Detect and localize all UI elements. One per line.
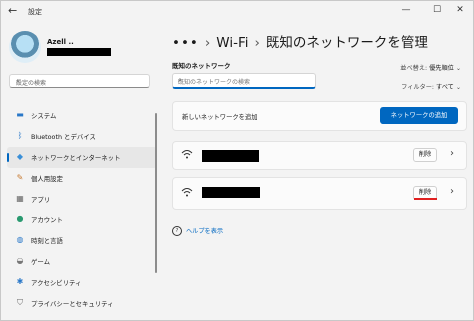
wifi-icon bbox=[181, 188, 193, 197]
settings-window: ← 設定 — ☐ ✕ Azell .. 設定の検索 ⌕ ▬ システム ᛒ Blu… bbox=[0, 0, 474, 321]
brush-icon: ✎ bbox=[16, 172, 24, 182]
chevron-right-icon[interactable]: › bbox=[450, 186, 454, 197]
sort-label: 並べ替え: bbox=[400, 65, 428, 72]
sidebar-item-label: 個人用設定 bbox=[31, 174, 63, 183]
sidebar-item-time-language[interactable]: ◍ 時刻と言語 bbox=[7, 230, 157, 251]
sidebar-item-accessibility[interactable]: ✱ アクセシビリティ bbox=[7, 272, 157, 293]
breadcrumb-separator: › bbox=[254, 35, 260, 51]
profile-name: Azell .. bbox=[47, 38, 74, 46]
add-network-button[interactable]: ネットワークの追加 bbox=[380, 107, 458, 124]
apps-icon: ▦ bbox=[16, 193, 24, 203]
maximize-button[interactable]: ☐ bbox=[430, 5, 444, 15]
filter-label: フィルター: bbox=[401, 84, 434, 91]
get-help-link[interactable]: ? ヘルプを表示 bbox=[172, 226, 223, 236]
account-icon: ● bbox=[16, 214, 24, 224]
chevron-down-icon: ⌄ bbox=[455, 84, 461, 91]
sidebar-item-personalization[interactable]: ✎ 個人用設定 bbox=[7, 168, 157, 189]
network-icon: ◆ bbox=[16, 151, 24, 161]
game-icon: ◒ bbox=[16, 256, 24, 266]
add-network-label: 新しいネットワークを追加 bbox=[182, 114, 258, 121]
help-icon: ? bbox=[172, 226, 182, 236]
sidebar-item-label: アカウント bbox=[31, 216, 63, 225]
network-name-redacted bbox=[202, 187, 260, 198]
sidebar-item-apps[interactable]: ▦ アプリ bbox=[7, 189, 157, 210]
sidebar-item-bluetooth[interactable]: ᛒ Bluetooth とデバイス bbox=[7, 126, 157, 147]
accessibility-icon: ✱ bbox=[16, 277, 24, 287]
chevron-down-icon: ⌄ bbox=[455, 65, 461, 72]
sidebar-item-privacy[interactable]: ⛉ プライバシーとセキュリティ bbox=[7, 293, 157, 314]
breadcrumb-wifi[interactable]: Wi-Fi bbox=[216, 35, 248, 51]
sort-dropdown[interactable]: 並べ替え: 優先順位 ⌄ bbox=[400, 63, 461, 72]
globe-clock-icon: ◍ bbox=[16, 235, 24, 245]
sidebar-item-system[interactable]: ▬ システム bbox=[7, 105, 157, 126]
breadcrumb-overflow[interactable]: ••• bbox=[172, 35, 199, 51]
sidebar-nav: ▬ システム ᛒ Bluetooth とデバイス ◆ ネットワークとインターネッ… bbox=[7, 105, 157, 314]
sidebar-item-label: ネットワークとインターネット bbox=[31, 153, 121, 162]
close-button[interactable]: ✕ bbox=[453, 5, 467, 15]
sidebar-item-label: ゲーム bbox=[31, 258, 50, 267]
avatar[interactable] bbox=[9, 31, 41, 63]
sidebar-item-label: アクセシビリティ bbox=[31, 279, 82, 288]
profile-email-redacted bbox=[47, 48, 111, 56]
chevron-right-icon[interactable]: › bbox=[450, 148, 454, 159]
shield-icon: ⛉ bbox=[17, 298, 23, 308]
title-bar: ← 設定 — ☐ ✕ bbox=[1, 1, 473, 23]
sidebar-item-label: システム bbox=[31, 112, 57, 120]
bluetooth-icon: ᛒ bbox=[17, 130, 23, 140]
sidebar-scrollbar[interactable] bbox=[155, 113, 157, 273]
window-title: 設定 bbox=[28, 8, 42, 16]
sort-value: 優先順位 bbox=[429, 65, 454, 72]
wifi-icon bbox=[181, 150, 193, 159]
sidebar-item-label: アプリ bbox=[31, 195, 51, 204]
sidebar-item-label: プライバシーとセキュリティ bbox=[31, 300, 114, 309]
search-icon: ⌕ bbox=[178, 76, 182, 84]
settings-search-input[interactable]: 設定の検索 ⌕ bbox=[9, 74, 150, 88]
sidebar-item-accounts[interactable]: ● アカウント bbox=[7, 209, 157, 230]
network-row[interactable]: 削除 › bbox=[172, 177, 467, 210]
breadcrumb-separator: › bbox=[204, 35, 211, 51]
get-help-label: ヘルプを表示 bbox=[186, 228, 224, 235]
breadcrumb: ••• › Wi-Fi › 既知のネットワークを管理 bbox=[172, 31, 428, 51]
search-icon: ⌕ bbox=[16, 77, 20, 85]
monitor-icon: ▬ bbox=[16, 110, 24, 119]
filter-value: すべて bbox=[435, 84, 454, 91]
page-title: 既知のネットワークを管理 bbox=[265, 35, 428, 51]
minimize-button[interactable]: — bbox=[399, 5, 413, 15]
sidebar-item-gaming[interactable]: ◒ ゲーム bbox=[7, 251, 157, 272]
sidebar-item-label: Bluetooth とデバイス bbox=[31, 132, 96, 141]
sidebar-item-label: 時刻と言語 bbox=[31, 237, 63, 246]
network-name-redacted bbox=[202, 150, 259, 162]
network-row[interactable]: 削除 › bbox=[172, 141, 467, 170]
sidebar-item-network[interactable]: ◆ ネットワークとインターネット bbox=[7, 146, 157, 168]
add-network-card: 新しいネットワークを追加 ネットワークの追加 bbox=[172, 101, 467, 131]
back-arrow-icon[interactable]: ← bbox=[8, 4, 17, 17]
filter-dropdown[interactable]: フィルター: すべて ⌄ bbox=[401, 82, 461, 91]
highlight-underline bbox=[414, 198, 437, 200]
known-networks-search-input[interactable]: 既知のネットワークの検索 ⌕ bbox=[172, 73, 316, 89]
forget-button[interactable]: 削除 bbox=[413, 148, 437, 162]
known-networks-title: 既知のネットワーク bbox=[172, 62, 231, 70]
